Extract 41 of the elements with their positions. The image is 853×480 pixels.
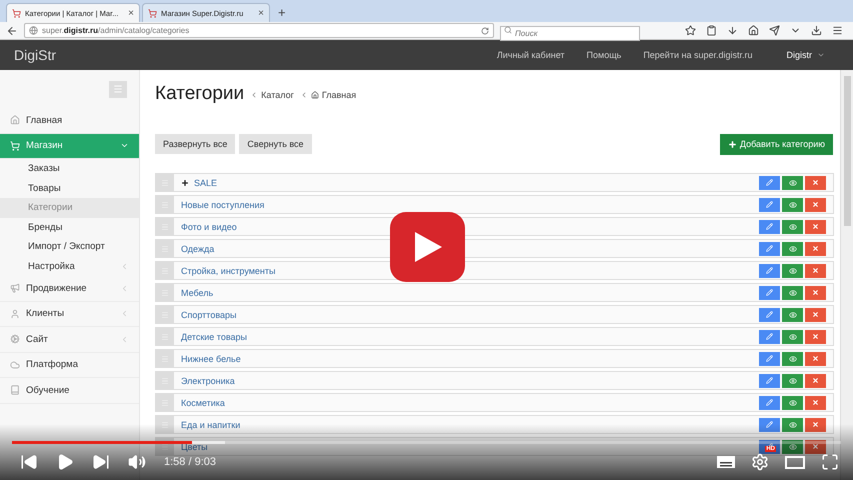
- new-tab-button[interactable]: +: [272, 4, 292, 22]
- breadcrumb-link[interactable]: Каталог: [250, 90, 294, 100]
- breadcrumb-link[interactable]: Главная: [300, 90, 356, 100]
- category-link[interactable]: Стройка, инструменты: [181, 266, 759, 276]
- close-button[interactable]: ×: [128, 8, 134, 18]
- sidebar-item[interactable]: Сайт: [0, 327, 139, 352]
- sidebar-item[interactable]: Платформа: [0, 352, 139, 378]
- category-link[interactable]: Спорттовары: [181, 310, 759, 320]
- category-link[interactable]: Фото и видео: [181, 222, 759, 232]
- sidebar-item[interactable]: Клиенты: [0, 302, 139, 327]
- category-link[interactable]: SALE: [181, 178, 759, 188]
- nav-link[interactable]: Помощь: [586, 50, 622, 60]
- sidebar-subitem[interactable]: Заказы: [0, 159, 139, 178]
- address-field[interactable]: super.digistr.ru/admin/catalog/categories: [24, 23, 494, 38]
- category-link[interactable]: Детские товары: [181, 332, 759, 342]
- category-link[interactable]: Новые поступления: [181, 200, 759, 210]
- category-link[interactable]: Мебель: [181, 288, 759, 298]
- search-field[interactable]: Поиск: [500, 26, 640, 41]
- page-title: Категории: [155, 83, 244, 105]
- nav-link[interactable]: Личный кабинет: [496, 50, 565, 60]
- time-display: 1:58 / 9:03: [164, 456, 216, 468]
- category-link[interactable]: Нижнее белье: [181, 354, 759, 364]
- toolbar-button[interactable]: Свернуть все: [239, 134, 312, 154]
- category-link[interactable]: Косметика: [181, 398, 759, 408]
- category-link[interactable]: Еда и напитки: [181, 420, 759, 430]
- sidebar-subitem[interactable]: Импорт / Экспорт: [0, 237, 139, 256]
- breadcrumb-text: Главная: [322, 90, 356, 100]
- add-category-button[interactable]: Добавить категорию: [720, 134, 833, 154]
- category-link[interactable]: Одежда: [181, 244, 759, 254]
- sidebar-subitem[interactable]: Товары: [0, 178, 139, 198]
- close-button[interactable]: ×: [258, 8, 264, 18]
- sidebar-subitem[interactable]: Настройка: [0, 256, 139, 276]
- sidebar-item[interactable]: Продвижение: [0, 276, 139, 302]
- brand-name: DigiStr: [14, 47, 56, 63]
- sidebar-subitem[interactable]: Бренды: [0, 218, 139, 237]
- category-link[interactable]: Электроника: [181, 376, 759, 386]
- breadcrumb-text: Каталог: [261, 90, 294, 100]
- nav-link[interactable]: Перейти на super.digistr.ru: [643, 50, 752, 60]
- toolbar-button[interactable]: Развернуть все: [155, 134, 236, 154]
- sidebar-item[interactable]: Обучение: [0, 378, 139, 404]
- user-menu[interactable]: Digistr: [786, 50, 825, 60]
